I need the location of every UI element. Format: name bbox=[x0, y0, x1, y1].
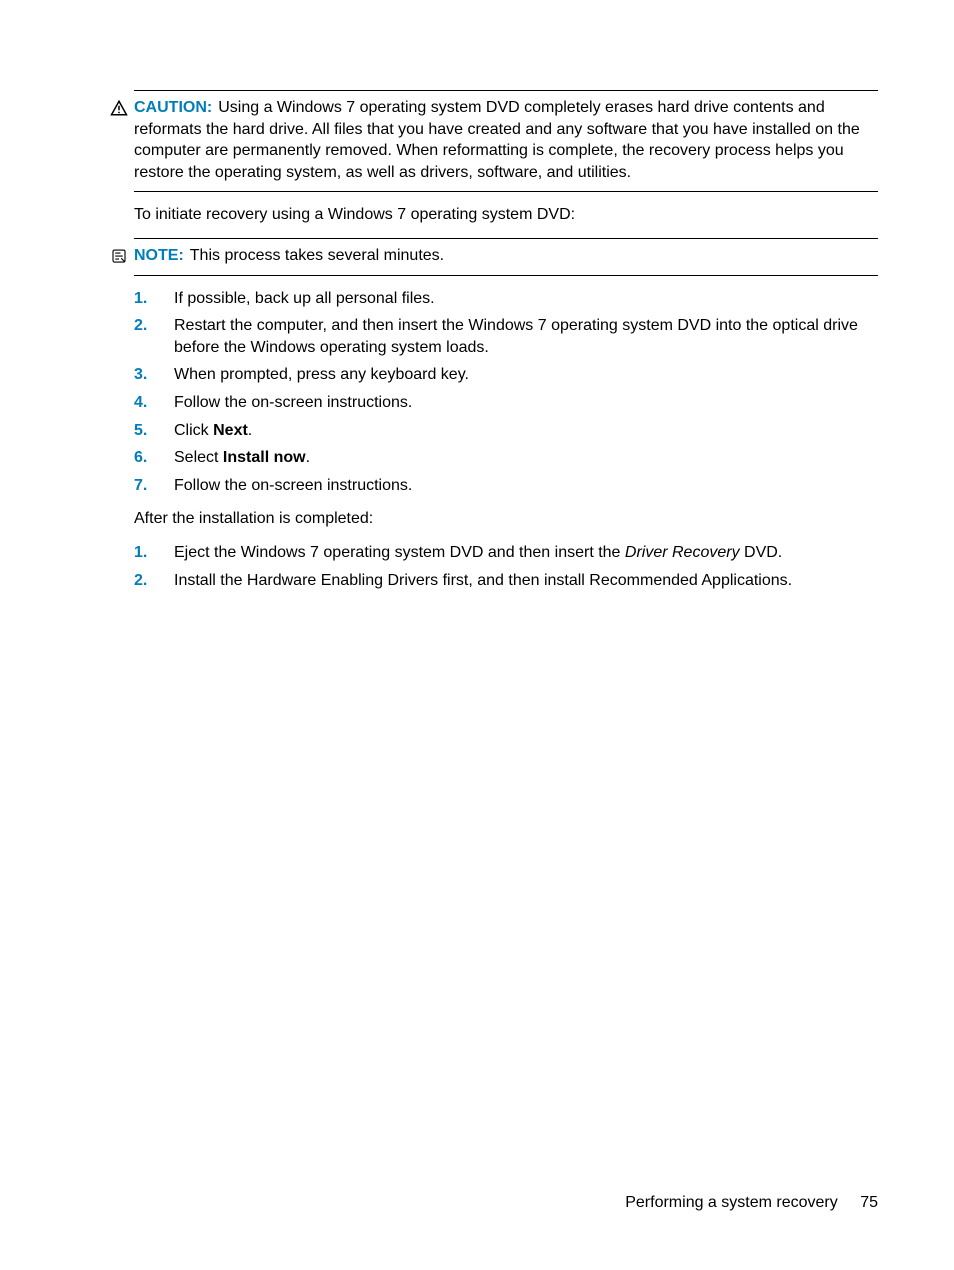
caution-body: Using a Windows 7 operating system DVD c… bbox=[134, 99, 860, 181]
step-number: 7. bbox=[134, 475, 147, 497]
note-icon bbox=[110, 247, 128, 265]
step-text: Select Install now. bbox=[174, 449, 310, 466]
after-paragraph: After the installation is completed: bbox=[134, 508, 878, 530]
steps-list-2: 1. Eject the Windows 7 operating system … bbox=[134, 542, 878, 591]
note-body: This process takes several minutes. bbox=[190, 247, 444, 264]
caution-callout: CAUTION:Using a Windows 7 operating syst… bbox=[134, 90, 878, 192]
note-text: NOTE: This process takes several minutes. bbox=[134, 247, 444, 264]
note-label: NOTE: bbox=[134, 247, 184, 264]
caution-text: CAUTION:Using a Windows 7 operating syst… bbox=[134, 99, 860, 181]
list-item: 4. Follow the on-screen instructions. bbox=[134, 392, 878, 414]
warning-icon bbox=[110, 99, 128, 117]
step-number: 4. bbox=[134, 392, 147, 414]
content-column: CAUTION:Using a Windows 7 operating syst… bbox=[134, 90, 878, 591]
step-number: 3. bbox=[134, 364, 147, 386]
page-footer: Performing a system recovery 75 bbox=[76, 1192, 878, 1214]
step-number: 2. bbox=[134, 315, 147, 337]
step-text: Eject the Windows 7 operating system DVD… bbox=[174, 544, 782, 561]
list-item: 5. Click Next. bbox=[134, 420, 878, 442]
document-page: CAUTION:Using a Windows 7 operating syst… bbox=[0, 0, 954, 1270]
note-callout: NOTE: This process takes several minutes. bbox=[134, 238, 878, 276]
list-item: 2. Restart the computer, and then insert… bbox=[134, 315, 878, 358]
step-text: Follow the on-screen instructions. bbox=[174, 477, 412, 494]
list-item: 6. Select Install now. bbox=[134, 447, 878, 469]
step-number: 1. bbox=[134, 288, 147, 310]
step-number: 1. bbox=[134, 542, 147, 564]
footer-page-number: 75 bbox=[860, 1194, 878, 1211]
step-number: 6. bbox=[134, 447, 147, 469]
list-item: 2. Install the Hardware Enabling Drivers… bbox=[134, 570, 878, 592]
step-text: Follow the on-screen instructions. bbox=[174, 394, 412, 411]
step-text: When prompted, press any keyboard key. bbox=[174, 366, 469, 383]
initiate-paragraph: To initiate recovery using a Windows 7 o… bbox=[134, 204, 878, 226]
steps-list-1: 1. If possible, back up all personal fil… bbox=[134, 288, 878, 497]
step-text: Click Next. bbox=[174, 422, 252, 439]
list-item: 1. If possible, back up all personal fil… bbox=[134, 288, 878, 310]
caution-label: CAUTION: bbox=[134, 99, 212, 116]
step-number: 5. bbox=[134, 420, 147, 442]
list-item: 7. Follow the on-screen instructions. bbox=[134, 475, 878, 497]
step-text: Restart the computer, and then insert th… bbox=[174, 317, 858, 356]
list-item: 3. When prompted, press any keyboard key… bbox=[134, 364, 878, 386]
step-text: If possible, back up all personal files. bbox=[174, 290, 435, 307]
list-item: 1. Eject the Windows 7 operating system … bbox=[134, 542, 878, 564]
step-text: Install the Hardware Enabling Drivers fi… bbox=[174, 572, 792, 589]
footer-section-title: Performing a system recovery bbox=[625, 1194, 838, 1211]
step-number: 2. bbox=[134, 570, 147, 592]
